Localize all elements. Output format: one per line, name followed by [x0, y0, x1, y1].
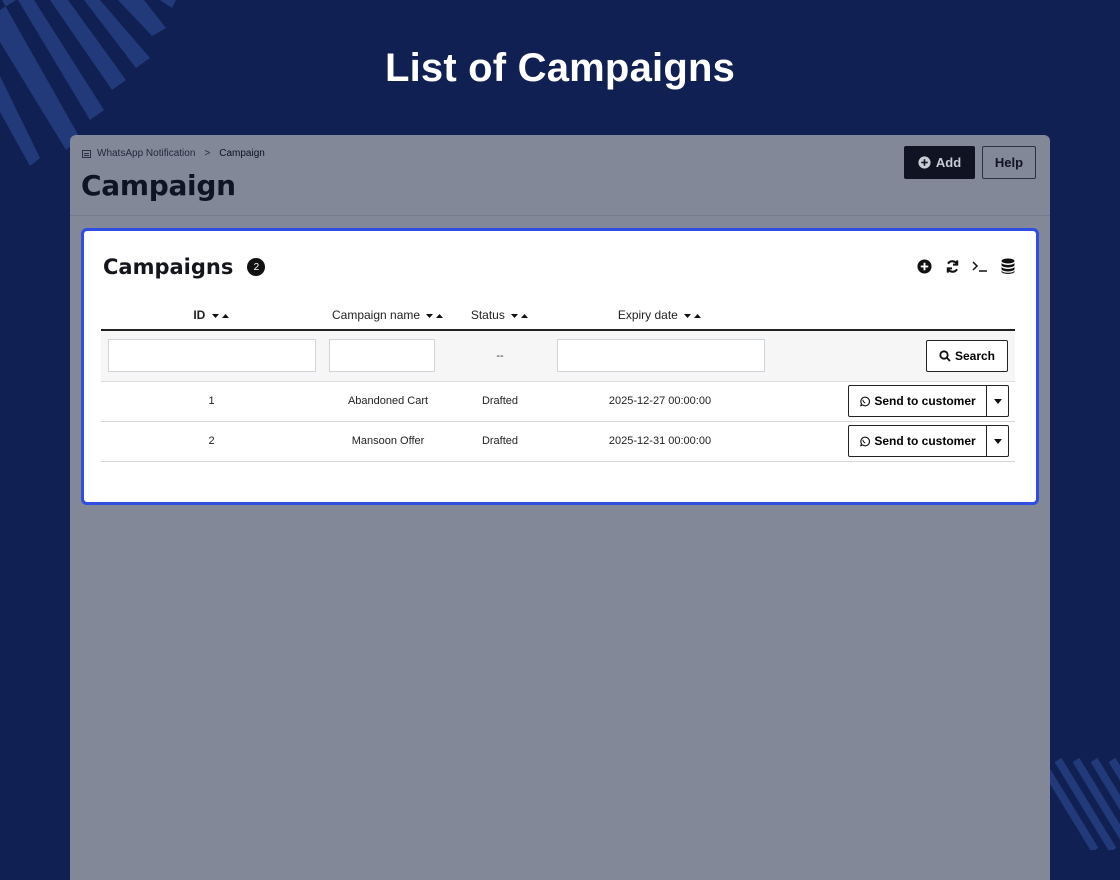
cell-campaign-name: Mansoon Offer — [322, 421, 454, 462]
table-row[interactable]: 1 Abandoned Cart Drafted 2025-12-27 00:0… — [101, 381, 1015, 422]
search-icon — [939, 350, 951, 362]
refresh-icon[interactable] — [944, 258, 960, 274]
search-button-label: Search — [954, 348, 996, 363]
add-button-label: Add — [935, 155, 962, 170]
cell-id: 2 — [101, 421, 322, 462]
breadcrumb: WhatsApp Notification > Campaign — [82, 148, 265, 159]
campaigns-card: Campaigns 2 ID Campaign name Status Expi… — [81, 228, 1039, 505]
column-header-status[interactable]: Status — [454, 301, 546, 331]
sort-icon[interactable] — [684, 313, 702, 319]
plus-circle-icon — [918, 156, 931, 169]
id-filter-input[interactable] — [108, 339, 316, 373]
column-header-actions — [774, 301, 1015, 331]
send-button-group: Send to customer — [848, 385, 1009, 417]
whatsapp-icon — [860, 396, 871, 407]
column-header-status-label: Status — [470, 308, 505, 322]
card-title: Campaigns — [103, 255, 234, 279]
send-options-dropdown[interactable] — [987, 385, 1009, 417]
send-options-dropdown[interactable] — [987, 425, 1009, 457]
app-window: WhatsApp Notification > Campaign Campaig… — [70, 135, 1050, 880]
breadcrumb-current: Campaign — [219, 148, 265, 159]
decorative-stripes-bottom-right — [1040, 757, 1120, 850]
caret-down-icon — [993, 398, 1002, 404]
cell-status: Drafted — [454, 421, 546, 462]
column-header-expiry-date[interactable]: Expiry date — [546, 301, 774, 331]
page-title: Campaign — [81, 169, 236, 202]
control-panel: WhatsApp Notification > Campaign Campaig… — [70, 135, 1050, 216]
status-filter-select[interactable]: -- — [454, 330, 546, 382]
breadcrumb-separator: > — [204, 148, 211, 159]
table-row[interactable]: 2 Mansoon Offer Drafted 2025-12-31 00:00… — [101, 421, 1015, 462]
expiry-date-filter-input[interactable] — [557, 339, 765, 373]
document-icon — [82, 149, 91, 158]
caret-down-icon — [993, 438, 1002, 444]
send-button-group: Send to customer — [848, 425, 1009, 457]
add-record-icon[interactable] — [916, 258, 932, 274]
hero-title: List of Campaigns — [384, 46, 736, 90]
column-header-id[interactable]: ID — [101, 301, 322, 331]
search-button[interactable]: Search — [926, 339, 1008, 372]
cell-campaign-name: Abandoned Cart — [322, 381, 454, 422]
database-icon[interactable] — [1000, 258, 1016, 274]
help-button[interactable]: Help — [982, 146, 1036, 179]
send-to-customer-label: Send to customer — [874, 394, 976, 408]
campaigns-table: ID Campaign name Status Expiry date -- S… — [101, 301, 1015, 462]
column-header-id-label: ID — [193, 308, 206, 322]
cell-id: 1 — [101, 381, 322, 422]
send-to-customer-label: Send to customer — [874, 434, 976, 448]
whatsapp-icon — [860, 436, 871, 447]
card-toolbar — [916, 258, 1016, 274]
cell-actions: Send to customer — [774, 381, 1015, 422]
cell-expiry-date: 2025-12-31 00:00:00 — [546, 421, 774, 462]
cell-status: Drafted — [454, 381, 546, 422]
count-badge: 2 — [247, 258, 266, 276]
sort-icon[interactable] — [511, 313, 529, 319]
column-header-campaign-name[interactable]: Campaign name — [322, 301, 454, 331]
sort-icon[interactable] — [211, 313, 230, 319]
table-header-row: ID Campaign name Status Expiry date — [101, 301, 1015, 331]
search-filter-row: -- Search — [101, 330, 1015, 382]
column-header-expiry-date-label: Expiry date — [617, 308, 678, 322]
breadcrumb-parent-link[interactable]: WhatsApp Notification — [97, 148, 195, 159]
column-header-campaign-name-label: Campaign name — [332, 308, 421, 322]
campaign-name-filter-input[interactable] — [329, 339, 435, 373]
cell-expiry-date: 2025-12-27 00:00:00 — [546, 381, 774, 422]
send-to-customer-button[interactable]: Send to customer — [848, 425, 987, 457]
add-button[interactable]: Add — [904, 146, 975, 179]
send-to-customer-button[interactable]: Send to customer — [848, 385, 987, 417]
terminal-icon[interactable] — [972, 258, 988, 274]
sort-icon[interactable] — [426, 313, 444, 319]
card-header: Campaigns 2 — [103, 255, 266, 279]
cell-actions: Send to customer — [774, 421, 1015, 462]
